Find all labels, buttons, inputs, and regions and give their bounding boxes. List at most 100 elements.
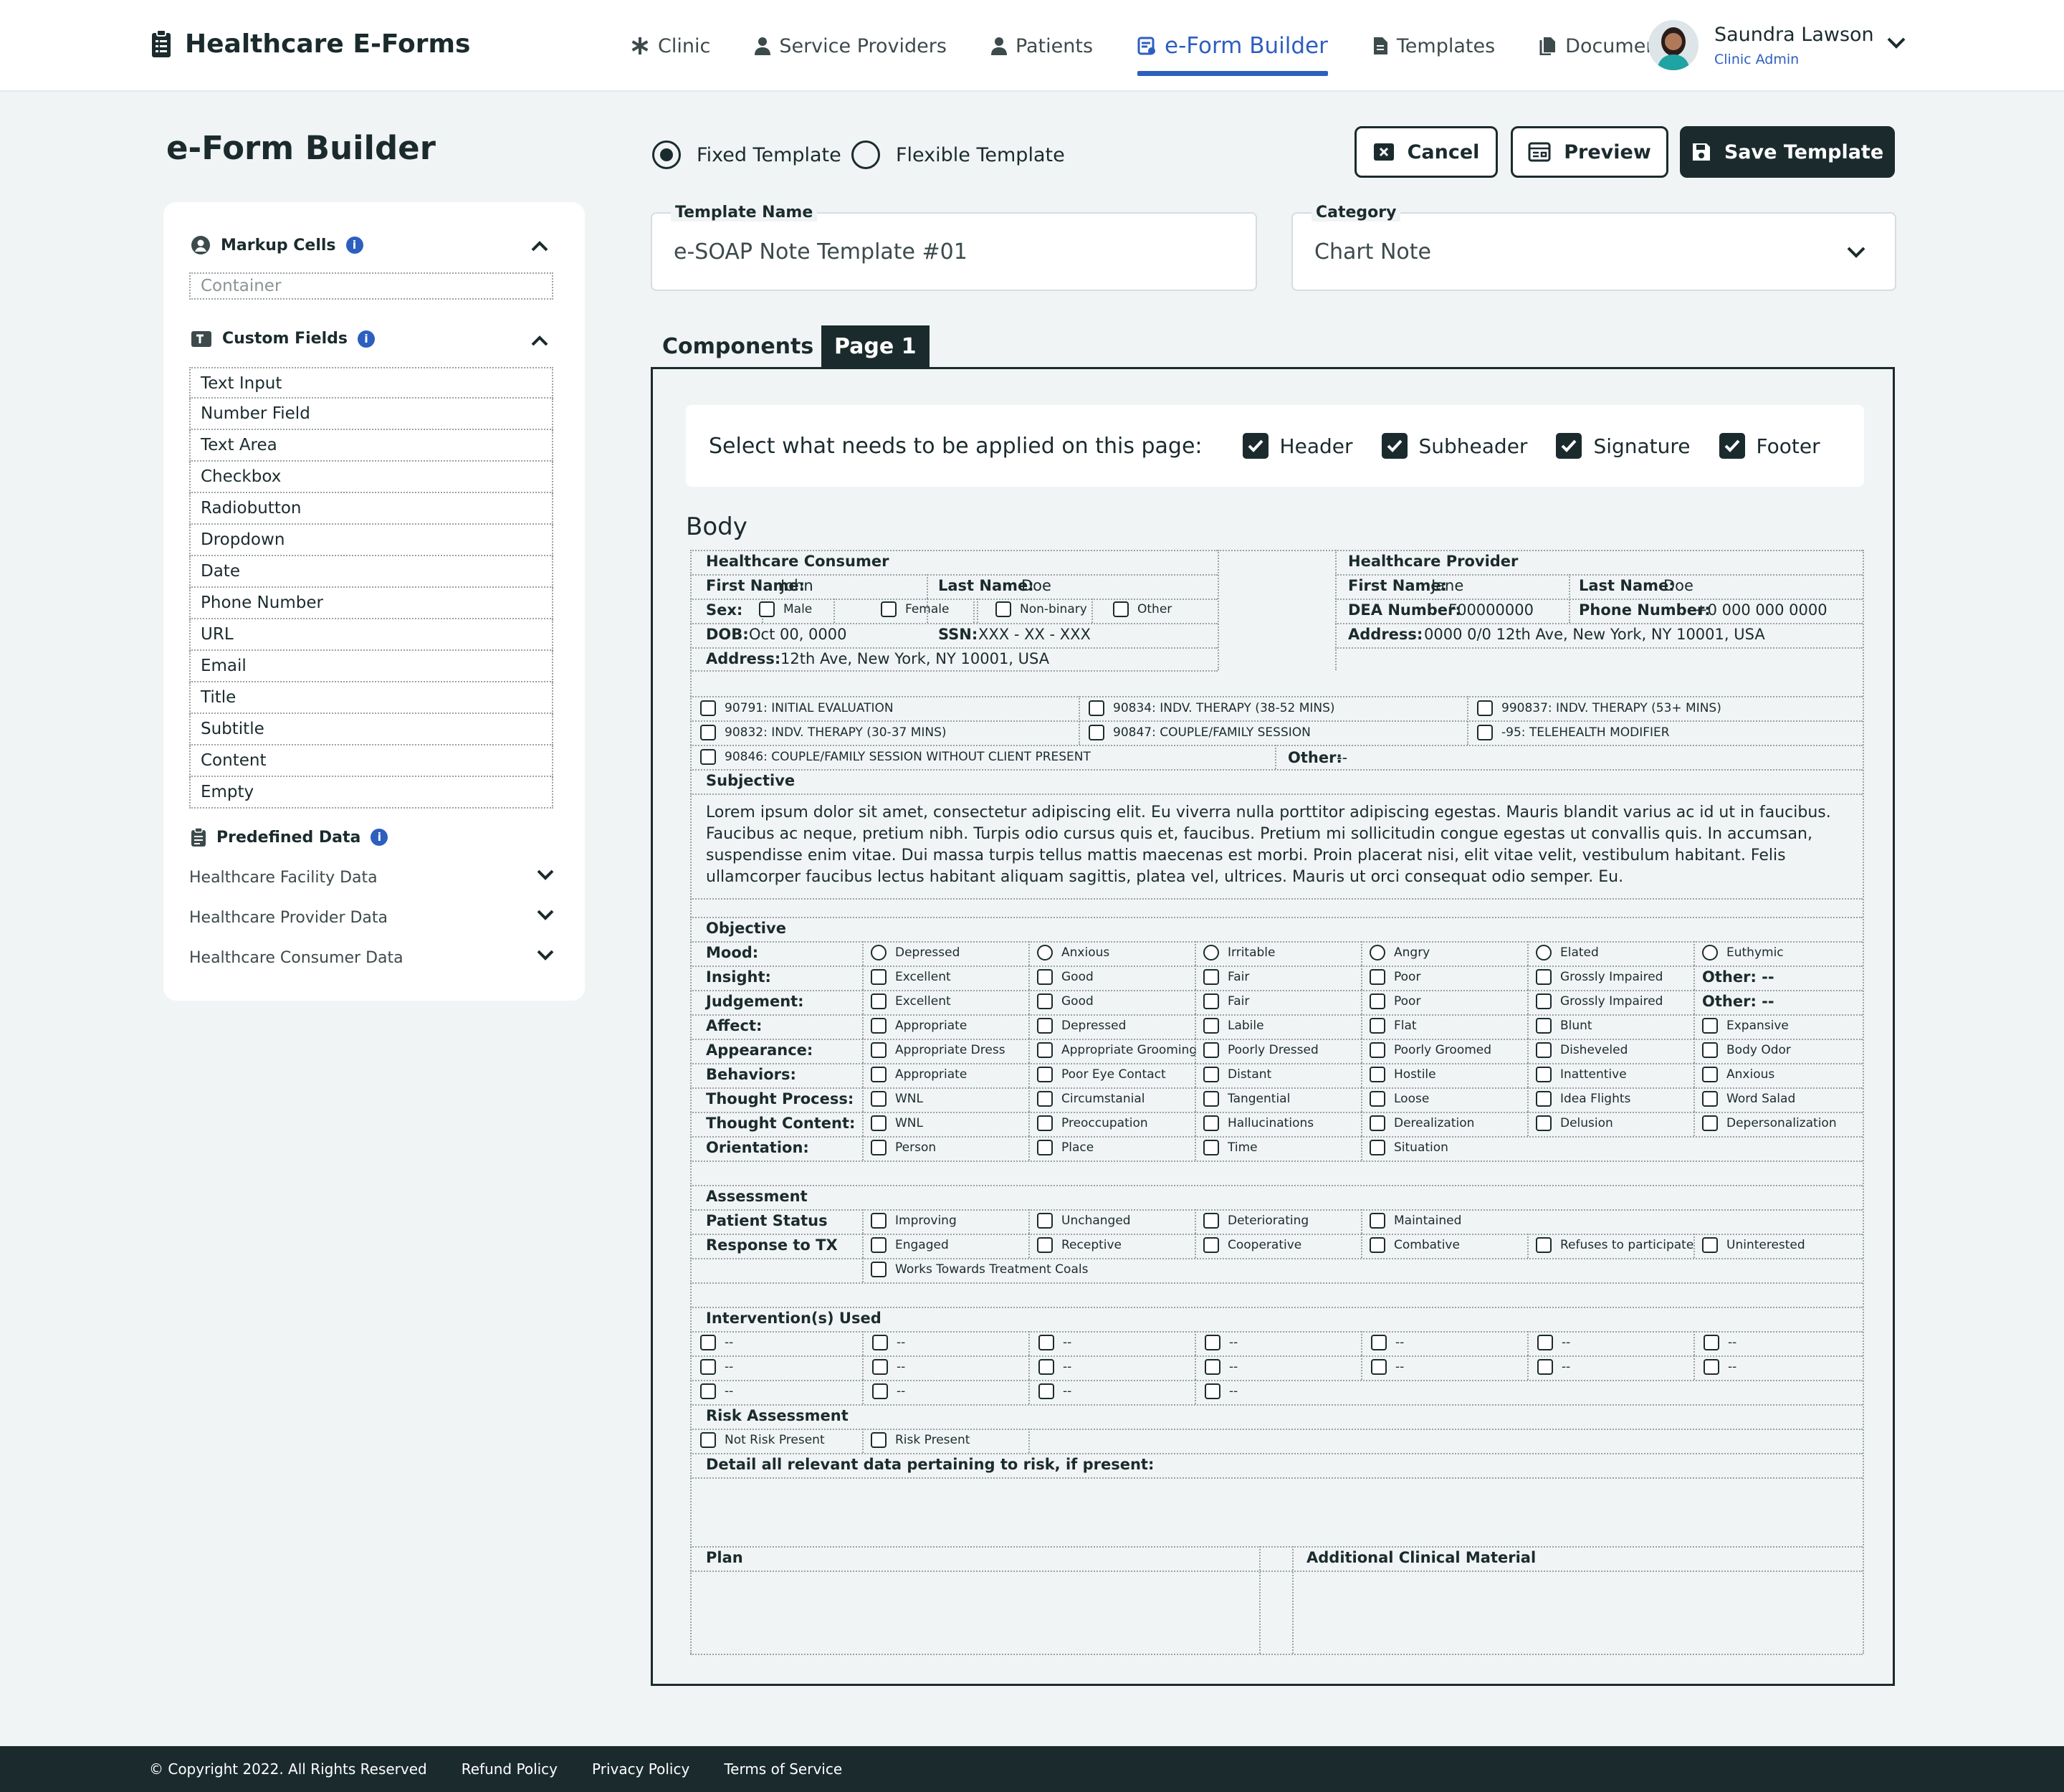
custom-field-item[interactable]: Empty — [189, 777, 553, 809]
checkbox[interactable] — [1205, 1359, 1220, 1375]
brand[interactable]: Healthcare E-Forms — [150, 29, 470, 59]
checkbox[interactable] — [1037, 1042, 1053, 1058]
checkbox[interactable] — [1536, 1067, 1552, 1082]
save-template-button[interactable]: Save Template — [1680, 126, 1895, 178]
checkbox[interactable] — [1038, 1335, 1054, 1350]
nav-clinic[interactable]: Clinic — [631, 0, 710, 92]
checkmark-icon[interactable] — [1242, 433, 1268, 459]
predefined-consumer-data[interactable]: Healthcare Consumer Data — [189, 949, 555, 967]
chevron-up-icon[interactable] — [530, 334, 549, 347]
checkbox[interactable] — [1205, 1335, 1220, 1350]
checkbox[interactable] — [1037, 1213, 1053, 1229]
checkbox[interactable] — [872, 1383, 888, 1399]
checkbox[interactable] — [871, 1042, 887, 1058]
checkbox[interactable] — [1702, 1091, 1718, 1107]
checkbox[interactable] — [1537, 1359, 1553, 1375]
chevron-down-icon[interactable] — [1846, 245, 1866, 259]
subjective-text[interactable]: Lorem ipsum dolor sit amet, consectetur … — [706, 802, 1845, 888]
custom-field-item[interactable]: Dropdown — [189, 525, 553, 556]
checkbox[interactable] — [1370, 1018, 1385, 1034]
nav-patients[interactable]: Patients — [990, 0, 1093, 92]
custom-field-item[interactable]: Text Input — [189, 367, 553, 399]
info-icon[interactable]: i — [371, 829, 388, 846]
checkbox[interactable] — [1536, 1115, 1552, 1131]
tab-page-1[interactable]: Page 1 — [821, 325, 930, 367]
checkbox[interactable] — [871, 1432, 887, 1448]
checkbox[interactable] — [1477, 725, 1493, 740]
radio-unselected[interactable] — [851, 140, 880, 169]
checkbox[interactable] — [1370, 1115, 1385, 1131]
checkbox[interactable] — [871, 969, 887, 985]
radio-button[interactable] — [871, 945, 887, 961]
info-icon[interactable]: i — [345, 237, 363, 254]
checkbox[interactable] — [700, 1432, 716, 1448]
page-section-checkbox[interactable]: Header — [1242, 433, 1353, 459]
checkbox[interactable] — [1037, 969, 1053, 985]
user-menu[interactable]: Saundra Lawson Clinic Admin — [1648, 20, 1874, 70]
avatar[interactable] — [1648, 20, 1698, 70]
checkbox[interactable] — [1536, 1018, 1552, 1034]
checkbox[interactable] — [700, 1335, 716, 1350]
markup-cells-header[interactable]: Markup Cells i — [191, 235, 363, 255]
custom-field-item[interactable]: Number Field — [189, 399, 553, 430]
template-name-field[interactable]: Template Name e-SOAP Note Template #01 — [651, 204, 1257, 291]
checkbox[interactable] — [871, 1018, 887, 1034]
checkbox[interactable] — [871, 1213, 887, 1229]
cancel-button[interactable]: Cancel — [1354, 126, 1498, 178]
checkbox[interactable] — [872, 1335, 888, 1350]
checkbox[interactable] — [995, 601, 1011, 617]
checkbox[interactable] — [1370, 1042, 1385, 1058]
checkbox[interactable] — [1203, 1018, 1219, 1034]
checkbox[interactable] — [1370, 1091, 1385, 1107]
nav-service-providers[interactable]: Service Providers — [755, 0, 947, 92]
checkbox[interactable] — [1089, 700, 1104, 716]
checkbox[interactable] — [700, 1383, 716, 1399]
footer-link-terms[interactable]: Terms of Service — [724, 1760, 842, 1778]
footer-link-privacy[interactable]: Privacy Policy — [592, 1760, 689, 1778]
checkbox[interactable] — [871, 1091, 887, 1107]
checkbox[interactable] — [871, 1140, 887, 1155]
checkbox[interactable] — [700, 725, 716, 740]
checkbox[interactable] — [1203, 1042, 1219, 1058]
page-section-checkbox[interactable]: Signature — [1556, 433, 1691, 459]
radio-button[interactable] — [1037, 945, 1053, 961]
checkbox[interactable] — [1037, 1140, 1053, 1155]
markup-cell-container[interactable]: Container — [189, 272, 553, 300]
checkbox[interactable] — [700, 1359, 716, 1375]
checkbox[interactable] — [1370, 969, 1385, 985]
chevron-up-icon[interactable] — [530, 239, 549, 252]
checkbox[interactable] — [871, 1237, 887, 1253]
custom-field-item[interactable]: Title — [189, 682, 553, 714]
checkbox[interactable] — [1203, 969, 1219, 985]
checkbox[interactable] — [1038, 1383, 1054, 1399]
checkbox[interactable] — [872, 1359, 888, 1375]
checkbox[interactable] — [759, 601, 775, 617]
checkmark-icon[interactable] — [1556, 433, 1582, 459]
checkbox[interactable] — [1702, 1067, 1718, 1082]
checkbox[interactable] — [1477, 700, 1493, 716]
custom-field-item[interactable]: Date — [189, 556, 553, 588]
checkbox[interactable] — [1537, 1335, 1553, 1350]
checkbox[interactable] — [1037, 1237, 1053, 1253]
checkbox[interactable] — [1370, 1140, 1385, 1155]
checkbox[interactable] — [871, 1067, 887, 1082]
checkbox[interactable] — [1371, 1359, 1387, 1375]
radio-button[interactable] — [1702, 945, 1718, 961]
category-select[interactable]: Category Chart Note — [1291, 204, 1896, 291]
checkbox[interactable] — [1203, 993, 1219, 1009]
radio-button[interactable] — [1536, 945, 1552, 961]
checkbox[interactable] — [1037, 993, 1053, 1009]
checkbox[interactable] — [700, 700, 716, 716]
custom-field-item[interactable]: Radiobutton — [189, 493, 553, 525]
checkbox[interactable] — [1037, 1018, 1053, 1034]
checkbox[interactable] — [1370, 1213, 1385, 1229]
predefined-provider-data[interactable]: Healthcare Provider Data — [189, 909, 555, 927]
checkbox[interactable] — [1370, 1067, 1385, 1082]
chevron-down-icon[interactable] — [536, 869, 555, 882]
checkbox[interactable] — [1702, 1018, 1718, 1034]
checkbox[interactable] — [1203, 1091, 1219, 1107]
custom-field-item[interactable]: Subtitle — [189, 714, 553, 745]
custom-field-item[interactable]: Text Area — [189, 430, 553, 462]
flexible-template-radio[interactable]: Flexible Template — [851, 140, 1065, 169]
checkbox[interactable] — [1038, 1359, 1054, 1375]
